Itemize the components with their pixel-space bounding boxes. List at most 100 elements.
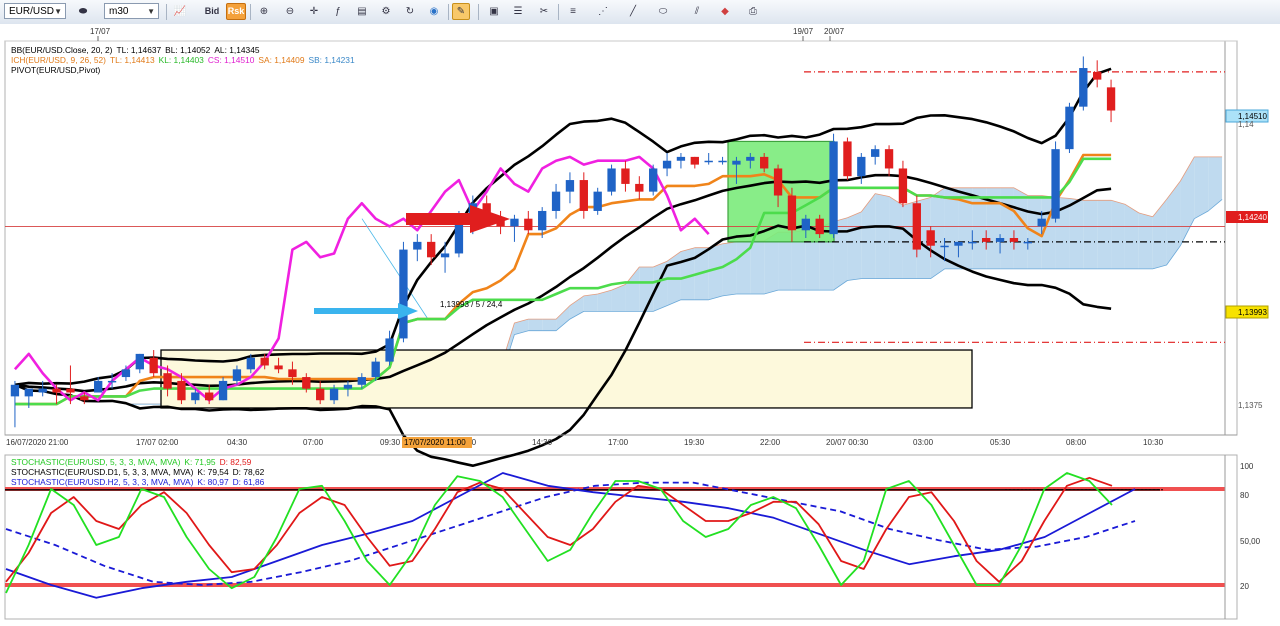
globe-icon[interactable]: ◉ — [425, 3, 443, 20]
kumo-cloud-segment — [708, 243, 723, 300]
crosshair-icon[interactable]: ✛ — [305, 3, 323, 20]
trend-line — [361, 218, 429, 320]
price-layer: 1,13993 / 5 / 24,4 — [5, 56, 1225, 467]
chevron-down-icon: ▼ — [147, 7, 155, 16]
bb-legend-al: AL: 1,14345 — [214, 45, 260, 55]
time-label: 22:00 — [760, 438, 781, 447]
price-tick-label: 1,1375 — [1238, 401, 1263, 410]
timeframe-select[interactable]: m30 ▼ — [104, 3, 159, 19]
candle-body — [704, 160, 713, 163]
time-label: 17:00 — [608, 438, 629, 447]
pivot-price-label: 1,14240 — [1238, 213, 1267, 222]
stoch-m30-d: D: 82,59 — [219, 457, 252, 467]
toolbar-divider — [558, 4, 559, 20]
candle-body — [968, 241, 977, 244]
fibonacci-icon[interactable]: ✂ — [535, 3, 553, 20]
indicators-icon[interactable]: ƒ — [329, 3, 347, 20]
candle-body — [121, 369, 131, 378]
stoch-axis-label: 50,00 — [1240, 537, 1261, 546]
eraser-icon[interactable]: ◆ — [716, 3, 734, 20]
time-label: 04:30 — [227, 438, 248, 447]
zoom-out-icon[interactable]: ⊖ — [281, 3, 299, 20]
pencil-tool-icon[interactable]: ✎ — [452, 3, 470, 20]
entry-annotation: 1,13993 / 5 / 24,4 — [440, 300, 503, 309]
candle-body — [829, 141, 838, 235]
candle-body — [510, 218, 519, 227]
line-icon[interactable]: ╱ — [624, 3, 642, 20]
kumo-cloud-segment — [1152, 199, 1167, 269]
stoch-m30-name: STOCHASTIC(EUR/USD, 5, 3, 3, MVA, MVA) — [11, 457, 181, 467]
templates-icon[interactable]: ▤ — [353, 3, 371, 20]
candle-body — [177, 380, 186, 401]
stoch-axis-label: 80 — [1240, 491, 1249, 500]
top-date-label: 20/07 — [824, 27, 845, 36]
candle-body — [607, 168, 616, 192]
candle-body — [80, 396, 89, 401]
bb-legend-tl: TL: 1,14637 — [116, 45, 162, 55]
stoch-d1-name: STOCHASTIC(EUR/USD.D1, 5, 3, 3, MVA, MVA… — [11, 467, 194, 477]
chart-type-icon[interactable]: 📈 — [171, 3, 189, 20]
candle-body — [787, 195, 797, 231]
top-date-label: 17/07 — [90, 27, 111, 36]
ichimoku-legend-sa: SA: 1,14409 — [258, 55, 305, 65]
chart-style-icon[interactable]: ⬬ — [74, 3, 92, 20]
candle-body — [1093, 71, 1102, 80]
candle-body — [66, 388, 75, 393]
trend-tools-icon[interactable]: ⋰ — [594, 3, 612, 20]
candle-body — [690, 156, 699, 165]
candle-body — [357, 377, 366, 385]
channels-icon[interactable]: ⫽ — [688, 3, 706, 20]
candle-body — [565, 180, 575, 192]
kumo-cloud-segment — [1111, 200, 1125, 269]
kumo-cloud-segment — [556, 305, 570, 331]
shapes-icon[interactable]: ⬭ — [654, 3, 672, 20]
candle-body — [649, 168, 658, 192]
bid-button[interactable]: Bid — [202, 3, 222, 20]
bb-legend: BB(EUR/USD.Close, 20, 2) TL: 1,14637 BL: 1… — [11, 45, 264, 55]
candle-body — [38, 388, 47, 393]
candle-body — [635, 183, 644, 192]
refresh-icon[interactable]: ↻ — [401, 3, 419, 20]
kumo-cloud-segment — [1124, 204, 1139, 269]
chart-toolbar: EUR/USD ▼ ⬬ m30 ▼ 📈 Bid Rsk ⊕ ⊖ ✛ ƒ ▤ ⚙ … — [0, 0, 1280, 25]
kumo-cloud-segment — [847, 211, 862, 281]
stoch-axis-label: 100 — [1240, 462, 1254, 471]
candle-body — [926, 230, 935, 246]
risk-button[interactable]: Rsk — [226, 3, 246, 20]
kumo-cloud-segment — [889, 196, 903, 279]
candle-body — [427, 241, 436, 258]
properties-icon[interactable]: ☰ — [509, 3, 527, 20]
candle-body — [898, 168, 908, 204]
candle-body — [1079, 68, 1088, 107]
kumo-cloud-segment — [1083, 200, 1098, 269]
time-label: 05:30 — [990, 438, 1011, 447]
stoch-h2-d: D: 61,86 — [232, 477, 265, 487]
pivot-legend: PIVOT(EUR/USD,Pivot) — [11, 65, 101, 75]
stoch-h2-d-line — [5, 481, 1136, 586]
candle-body — [1023, 241, 1032, 244]
chart-canvas[interactable]: 17/07 19/07 20/07 1,13993 / 5 / 24,4 1,1… — [0, 24, 1280, 621]
candle-body — [732, 160, 741, 165]
print-icon[interactable]: ⎙ — [744, 3, 762, 20]
candle-body — [343, 384, 353, 389]
candle-body — [815, 218, 824, 235]
time-label: 07:00 — [303, 438, 324, 447]
kumo-cloud-segment — [1000, 187, 1014, 269]
lines-menu-icon[interactable]: ≡ — [564, 3, 582, 20]
ichimoku-legend-name: ICH(EUR/USD, 9, 26, 52) — [11, 55, 106, 65]
candle-body — [551, 191, 561, 211]
stoch-m30-k: K: 71,95 — [184, 457, 216, 467]
candle-body — [995, 238, 1005, 242]
ichimoku-legend-sb: SB: 1,14231 — [308, 55, 355, 65]
candle-body — [940, 245, 949, 248]
candle-body — [718, 160, 727, 163]
candle-body — [1106, 87, 1116, 111]
image-icon[interactable]: ▣ — [485, 3, 503, 20]
time-label: 03:00 — [913, 438, 934, 447]
candle-body — [621, 168, 630, 184]
candle-body — [24, 388, 33, 397]
zoom-in-icon[interactable]: ⊕ — [255, 3, 273, 20]
kumo-cloud-segment — [639, 266, 654, 312]
settings-icon[interactable]: ⚙ — [377, 3, 395, 20]
symbol-select[interactable]: EUR/USD ▼ — [4, 3, 66, 19]
